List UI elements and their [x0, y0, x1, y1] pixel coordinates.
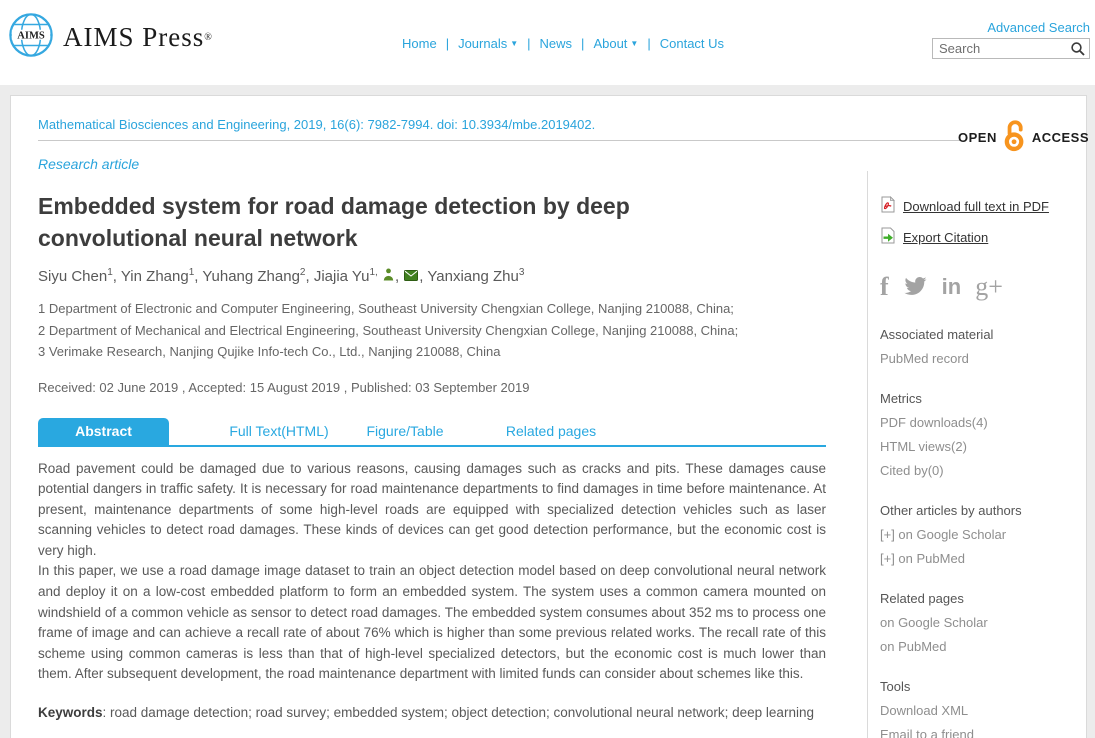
tab-related-pages[interactable]: Related pages: [491, 418, 611, 445]
main-navigation: Home | Journals▼ | News | About▼ | Conta…: [402, 36, 724, 51]
sidebar-link-pdf-downloads[interactable]: PDF downloads(4): [880, 415, 1086, 430]
logo-wordmark: AIMS Press: [63, 22, 204, 53]
download-pdf-link[interactable]: Download full text in PDF: [880, 196, 1086, 216]
author-link[interactable]: Yanxiang Zhu3: [427, 268, 524, 285]
sidebar-link-email-to-friend[interactable]: Email to a friend: [880, 727, 1086, 738]
affiliation-line: 2 Department of Mechanical and Electrica…: [38, 320, 826, 342]
twitter-icon[interactable]: [903, 275, 928, 300]
nav-separator: |: [647, 36, 650, 51]
aims-globe-icon: AIMS: [8, 12, 54, 63]
affiliation-line: 3 Verimake Research, Nanjing Qujike Info…: [38, 341, 826, 363]
sidebar-heading-related-pages: Related pages: [880, 591, 1086, 606]
sidebar-link-related-pubmed[interactable]: on PubMed: [880, 639, 1086, 654]
nav-journals[interactable]: Journals▼: [458, 36, 518, 51]
chevron-down-icon: ▼: [510, 39, 518, 48]
tab-abstract[interactable]: Abstract: [38, 418, 169, 445]
google-plus-icon[interactable]: g+: [975, 272, 1003, 302]
nav-news[interactable]: News: [540, 36, 573, 51]
advanced-search-link[interactable]: Advanced Search: [987, 20, 1090, 35]
nav-separator: |: [581, 36, 584, 51]
email-author-icon[interactable]: [404, 268, 418, 285]
search-box: [932, 38, 1090, 59]
nav-about[interactable]: About▼: [593, 36, 638, 51]
nav-separator: |: [527, 36, 530, 51]
sidebar-link-authors-pubmed[interactable]: [+] on PubMed: [880, 551, 1086, 566]
pdf-file-icon: [880, 196, 896, 216]
article-dates: Received: 02 June 2019 , Accepted: 15 Au…: [38, 380, 826, 395]
sidebar-heading-other-articles: Other articles by authors: [880, 503, 1086, 518]
sidebar-link-pubmed-record[interactable]: PubMed record: [880, 351, 1086, 366]
tab-figure-table[interactable]: Figure/Table: [359, 418, 451, 445]
export-citation-link[interactable]: Export Citation: [880, 227, 1086, 247]
sidebar-heading-tools: Tools: [880, 679, 1086, 694]
sidebar-link-download-xml[interactable]: Download XML: [880, 703, 1086, 718]
author-link[interactable]: Yin Zhang1: [121, 268, 194, 285]
journal-citation-link[interactable]: Mathematical Biosciences and Engineering…: [38, 117, 595, 132]
corresponding-author-icon[interactable]: [383, 268, 394, 285]
article-tabbar: Abstract Full Text(HTML) Figure/Table Re…: [38, 418, 826, 447]
tab-full-text[interactable]: Full Text(HTML): [199, 418, 359, 445]
keywords-text: : road damage detection; road survey; em…: [103, 705, 814, 720]
affiliations: 1 Department of Electronic and Computer …: [38, 298, 826, 363]
sidebar-link-cited-by[interactable]: Cited by(0): [880, 463, 1086, 478]
svg-text:AIMS: AIMS: [17, 30, 45, 41]
author-link[interactable]: Yuhang Zhang2: [202, 268, 305, 285]
open-access-open-label: OPEN: [958, 130, 997, 145]
sidebar: Download full text in PDF Export Citatio…: [880, 196, 1086, 738]
author-link[interactable]: Siyu Chen1: [38, 268, 113, 285]
search-icon[interactable]: [1070, 41, 1086, 57]
chevron-down-icon: ▼: [630, 39, 638, 48]
article-type-label[interactable]: Research article: [38, 156, 826, 172]
social-share-row: f in g+: [880, 272, 1086, 302]
export-citation-icon: [880, 227, 896, 247]
abstract-section: Road pavement could be damaged due to va…: [38, 459, 826, 686]
abstract-paragraph: Road pavement could be damaged due to va…: [38, 459, 826, 562]
nav-home[interactable]: Home: [402, 36, 437, 51]
sidebar-heading-metrics: Metrics: [880, 391, 1086, 406]
keywords-line: Keywords: road damage detection; road su…: [38, 705, 826, 720]
nav-contact-us[interactable]: Contact Us: [660, 36, 724, 51]
top-header: AIMS AIMS Press® Home | Journals▼ | News…: [0, 0, 1095, 85]
facebook-icon[interactable]: f: [880, 272, 889, 302]
sidebar-link-authors-google-scholar[interactable]: [+] on Google Scholar: [880, 527, 1086, 542]
article-title: Embedded system for road damage detectio…: [38, 190, 718, 254]
article-card: OPEN ACCESS Mathematical Biosciences and…: [10, 95, 1087, 738]
sidebar-divider: [867, 171, 868, 738]
nav-separator: |: [446, 36, 449, 51]
sidebar-link-html-views[interactable]: HTML views(2): [880, 439, 1086, 454]
affiliation-line: 1 Department of Electronic and Computer …: [38, 298, 826, 320]
main-column: Mathematical Biosciences and Engineering…: [38, 116, 826, 738]
sidebar-heading-associated-material: Associated material: [880, 327, 1086, 342]
aims-press-logo[interactable]: AIMS AIMS Press®: [8, 12, 212, 63]
linkedin-icon[interactable]: in: [942, 274, 962, 300]
open-access-badge: OPEN ACCESS: [958, 118, 1089, 157]
authors-line: Siyu Chen1, Yin Zhang1, Yuhang Zhang2, J…: [38, 267, 826, 285]
sidebar-link-related-google-scholar[interactable]: on Google Scholar: [880, 615, 1086, 630]
keywords-label: Keywords: [38, 705, 103, 720]
open-lock-icon: [1001, 118, 1028, 157]
registered-mark: ®: [204, 32, 212, 43]
search-input[interactable]: [933, 41, 1070, 56]
abstract-paragraph: In this paper, we use a road damage imag…: [38, 561, 826, 685]
author-link[interactable]: Jiajia Yu1,: [314, 268, 378, 285]
open-access-access-label: ACCESS: [1032, 130, 1089, 145]
